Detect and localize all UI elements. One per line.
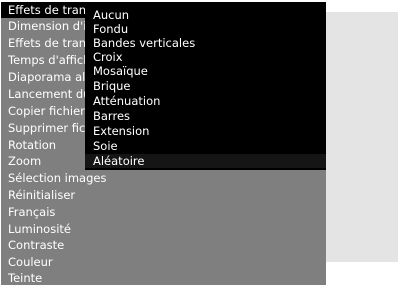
submenu-item-label: Barres (93, 109, 131, 123)
submenu-item-label: Extension (93, 124, 150, 138)
submenu-item-label: Mosaïque (93, 64, 148, 78)
submenu-item-label: Brique (93, 79, 131, 93)
submenu-item-random[interactable]: Aléatoire (85, 154, 326, 168)
submenu-item-mosaic[interactable]: Mosaïque (85, 64, 326, 78)
submenu-item-label: Croix (93, 50, 123, 64)
submenu-item-label: Aucun (93, 8, 130, 22)
submenu-item-bars[interactable]: Barres (85, 109, 326, 123)
menu-item-label: Contraste (8, 238, 65, 252)
settings-screen: Effets de transition Dimension d'image E… (0, 0, 398, 287)
submenu-item-label: Soie (93, 139, 118, 153)
menu-item-contrast[interactable]: Contraste (1, 237, 326, 253)
menu-item-color[interactable]: Couleur (1, 254, 326, 270)
submenu-item-fade[interactable]: Fondu (85, 22, 326, 36)
menu-item-hue[interactable]: Teinte (1, 270, 326, 286)
menu-item-label: Rotation (8, 138, 57, 152)
submenu-item-extension[interactable]: Extension (85, 124, 326, 138)
submenu-item-label: Bandes verticales (93, 36, 196, 50)
menu-item-label: Sélection images (8, 171, 107, 185)
menu-item-reset[interactable]: Réinitialiser (1, 187, 326, 203)
menu-item-brightness[interactable]: Luminosité (1, 221, 326, 237)
submenu-item-vertical-bands[interactable]: Bandes verticales (85, 36, 326, 50)
submenu-item-none[interactable]: Aucun (85, 8, 326, 22)
submenu-item-dimming[interactable]: Atténuation (85, 94, 326, 108)
menu-item-language[interactable]: Français (1, 204, 326, 220)
preview-panel (326, 12, 398, 262)
submenu-item-silk[interactable]: Soie (85, 139, 326, 153)
menu-item-image-selection[interactable]: Sélection images (1, 170, 326, 186)
menu-item-label: Zoom (8, 154, 42, 168)
menu-item-label: Réinitialiser (8, 188, 76, 202)
submenu-item-label: Aléatoire (93, 154, 145, 168)
submenu-item-cross[interactable]: Croix (85, 50, 326, 64)
menu-item-label: Français (8, 205, 56, 219)
submenu-item-label: Atténuation (93, 94, 161, 108)
submenu-item-brick[interactable]: Brique (85, 79, 326, 93)
transition-effects-submenu: Aucun Fondu Bandes verticales Croix Mosa… (85, 2, 326, 170)
menu-item-label: Teinte (8, 271, 43, 285)
menu-item-label: Copier fichier (8, 104, 85, 118)
submenu-item-label: Fondu (93, 22, 129, 36)
menu-item-label: Luminosité (8, 222, 71, 236)
menu-item-label: Couleur (8, 255, 53, 269)
